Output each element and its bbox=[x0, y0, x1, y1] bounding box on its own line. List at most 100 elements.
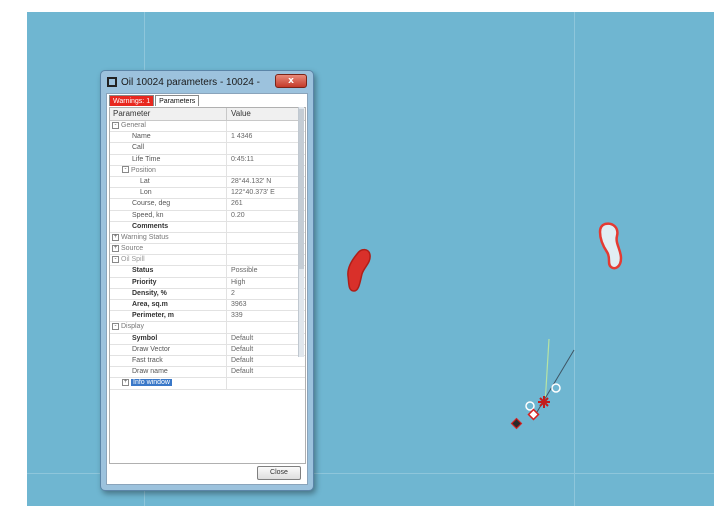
table-row[interactable]: Lat 28°44.132' N bbox=[110, 176, 305, 189]
table-row[interactable]: - General bbox=[110, 121, 305, 133]
table-row[interactable]: + Info window bbox=[110, 378, 305, 390]
row-value: High bbox=[231, 278, 246, 286]
expand-toggle-icon[interactable]: + bbox=[122, 378, 129, 386]
table-row[interactable]: Lon 122°40.373' E bbox=[110, 188, 305, 200]
table-row[interactable]: + Source bbox=[110, 244, 305, 256]
table-row[interactable]: Name 1 4346 bbox=[110, 132, 305, 144]
row-key: Speed, kn bbox=[132, 211, 164, 219]
row-key: Fast track bbox=[132, 356, 163, 364]
expand-toggle-icon[interactable]: + bbox=[112, 244, 119, 252]
oil-spill-solid bbox=[347, 248, 371, 292]
row-value: 2 bbox=[231, 289, 235, 297]
row-value bbox=[227, 121, 305, 131]
row-key: Lat bbox=[140, 177, 150, 185]
oil-spill-outline bbox=[598, 222, 623, 270]
row-key: Info window bbox=[131, 379, 172, 387]
column-header-parameter: Parameter bbox=[110, 108, 227, 120]
row-key: Warning Status bbox=[121, 233, 169, 241]
table-row[interactable]: Life Time 0:45:11 bbox=[110, 154, 305, 166]
target-marker-icon bbox=[525, 401, 535, 411]
table-row[interactable]: Density, % 2 bbox=[110, 288, 305, 300]
row-value bbox=[227, 222, 305, 232]
row-value bbox=[227, 378, 305, 388]
row-value: 3963 bbox=[231, 301, 247, 308]
dialog-body: Warnings: 1 Parameters Parameter Value -… bbox=[106, 93, 308, 485]
row-key: Symbol bbox=[132, 334, 158, 342]
row-key: Lon bbox=[140, 189, 152, 197]
dialog-titlebar[interactable]: Oil 10024 parameters - 10024 - x bbox=[101, 71, 313, 93]
target-marker-icon bbox=[510, 417, 523, 430]
column-header-value: Value bbox=[231, 109, 251, 118]
table-row[interactable]: - Oil Spill bbox=[110, 255, 305, 267]
table-row[interactable]: Course, deg 261 bbox=[110, 199, 305, 211]
row-key: Position bbox=[131, 166, 156, 174]
row-value: 339 bbox=[231, 312, 243, 320]
scrollbar-thumb[interactable] bbox=[299, 109, 304, 269]
row-key: Perimeter, m bbox=[132, 312, 175, 320]
row-value: 0:45:11 bbox=[231, 155, 254, 163]
row-value bbox=[227, 244, 305, 254]
row-value: 122°40.373' E bbox=[231, 189, 275, 197]
table-row[interactable]: Symbol Default bbox=[110, 333, 305, 345]
table-row[interactable]: Call bbox=[110, 143, 305, 155]
table-row[interactable]: Speed, kn 0.20 bbox=[110, 210, 305, 222]
row-key: Area, sq.m bbox=[132, 301, 168, 308]
row-value: Default bbox=[231, 356, 254, 364]
dialog-title: Oil 10024 parameters - 10024 - bbox=[121, 76, 260, 88]
expand-toggle-icon[interactable]: - bbox=[112, 323, 119, 331]
table-row[interactable]: Draw name Default bbox=[110, 367, 305, 379]
grid-rows: - General Name 1 4346 Call Life Time 0:45:1… bbox=[110, 121, 305, 390]
row-value bbox=[227, 255, 305, 265]
table-row[interactable]: Fast track Default bbox=[110, 355, 305, 368]
vertical-scrollbar[interactable] bbox=[298, 107, 304, 357]
row-value bbox=[227, 322, 305, 332]
row-key: Draw Vector bbox=[132, 345, 171, 353]
expand-toggle-icon[interactable]: - bbox=[122, 166, 129, 174]
expand-toggle-icon[interactable]: - bbox=[112, 121, 119, 129]
row-value: Default bbox=[231, 334, 254, 342]
row-value: Default bbox=[231, 345, 254, 353]
row-key: Priority bbox=[132, 278, 157, 286]
table-row[interactable]: Status Possible bbox=[110, 266, 305, 278]
row-value: 28°44.132' N bbox=[231, 177, 272, 185]
table-row[interactable]: - Position bbox=[110, 165, 305, 177]
row-key: Display bbox=[121, 323, 144, 331]
row-key: Draw name bbox=[132, 368, 168, 376]
row-value: Possible bbox=[231, 267, 258, 275]
row-key: Name bbox=[132, 133, 151, 141]
grid-header: Parameter Value bbox=[110, 108, 305, 121]
tab-warnings[interactable]: Warnings: 1 bbox=[109, 95, 155, 106]
target-marker-icon bbox=[527, 408, 540, 421]
expand-toggle-icon[interactable]: + bbox=[112, 233, 119, 241]
vessel-icon bbox=[538, 396, 550, 408]
parameter-grid: Parameter Value - General Name 1 4346 Call… bbox=[109, 107, 306, 464]
table-row[interactable]: - Display bbox=[110, 322, 305, 334]
close-window-button[interactable]: x bbox=[275, 74, 307, 88]
row-key: Call bbox=[132, 144, 145, 152]
dialog-window-icon bbox=[107, 77, 117, 87]
row-value: 1 4346 bbox=[231, 133, 253, 141]
tab-parameters[interactable]: Parameters bbox=[155, 95, 200, 106]
row-value bbox=[227, 166, 305, 176]
table-row[interactable]: Draw Vector Default bbox=[110, 344, 305, 356]
expand-toggle-icon[interactable]: - bbox=[112, 255, 119, 263]
row-key: Density, % bbox=[132, 289, 167, 297]
oil-parameters-dialog[interactable]: Oil 10024 parameters - 10024 - x Warning… bbox=[100, 70, 314, 491]
table-row[interactable]: + Warning Status bbox=[110, 232, 305, 245]
row-key: Life Time bbox=[132, 155, 161, 163]
close-button[interactable]: Close bbox=[257, 466, 301, 480]
row-key: Comments bbox=[132, 222, 169, 230]
table-row[interactable]: Area, sq.m 3963 bbox=[110, 300, 305, 312]
table-row[interactable]: Comments bbox=[110, 221, 305, 233]
tab-bar: Warnings: 1 Parameters bbox=[109, 95, 200, 107]
row-value: 261 bbox=[231, 200, 243, 208]
row-key: Course, deg bbox=[132, 200, 171, 208]
row-value: Default bbox=[231, 368, 254, 376]
row-key: General bbox=[121, 122, 146, 129]
target-marker-icon bbox=[551, 383, 561, 393]
row-value bbox=[227, 143, 305, 153]
table-row[interactable]: Perimeter, m 339 bbox=[110, 311, 305, 323]
table-row[interactable]: Priority High bbox=[110, 277, 305, 289]
row-key: Oil Spill bbox=[121, 256, 145, 264]
row-value bbox=[227, 233, 305, 243]
